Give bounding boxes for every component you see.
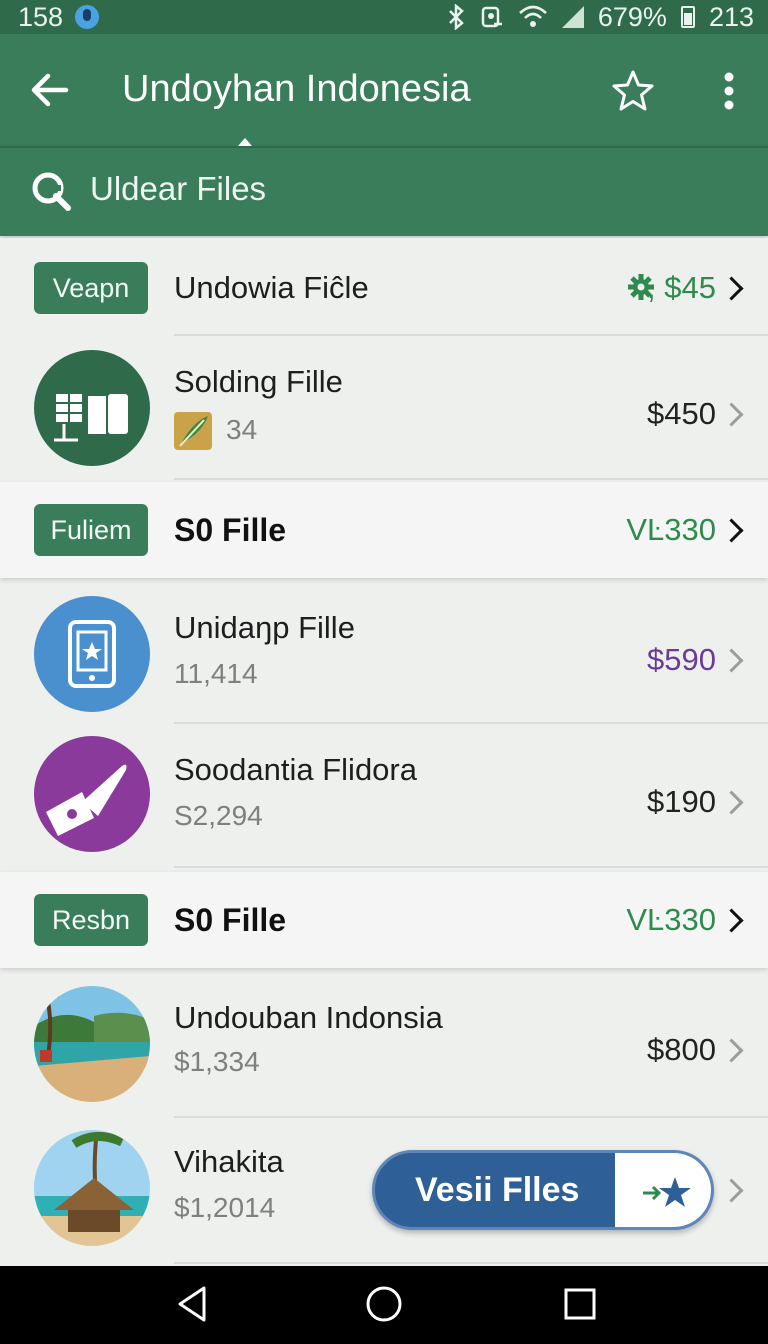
chevron-right-icon — [719, 402, 744, 427]
price-value: $45 — [664, 270, 716, 305]
list-item-subtitle: S2,294 — [174, 800, 263, 831]
list-item-price: $800 — [647, 1032, 716, 1067]
tab-indicator — [238, 138, 252, 146]
back-triangle-icon[interactable] — [172, 1282, 212, 1326]
list-item-title: Soodantia Flidora — [174, 752, 417, 787]
more-vert-icon[interactable] — [714, 68, 744, 114]
list-item-subtitle: 11,414 — [174, 658, 258, 689]
solar-panel-icon — [34, 350, 150, 466]
category-badge[interactable]: Veapn — [34, 262, 148, 314]
list-item-title: S0 Fille — [174, 512, 287, 548]
signal-icon — [561, 6, 584, 28]
wifi-icon — [518, 5, 547, 27]
ticket-slash-icon — [34, 736, 150, 852]
list-item-price: $590 — [647, 642, 716, 677]
list-item-price: $190 — [647, 784, 716, 819]
chevron-right-icon — [719, 648, 744, 673]
search-label: Uldear Files — [90, 170, 267, 207]
list-item-title: Undouban Indonsia — [174, 1000, 443, 1035]
list-item-title: Vihakita — [174, 1144, 284, 1179]
status-time-left: 158 — [18, 1, 64, 32]
list-item-price: VĿ330 — [626, 512, 716, 547]
chevron-right-icon — [719, 276, 744, 301]
hut-photo — [34, 1130, 150, 1246]
home-circle-icon[interactable] — [362, 1282, 406, 1326]
chevron-right-icon — [719, 790, 744, 815]
list-item-price: $450 — [647, 396, 716, 431]
back-arrow-icon[interactable] — [26, 66, 74, 114]
section-header-fuliem[interactable]: Fuliem S0 Fille VĿ330 — [0, 482, 768, 578]
chevron-right-icon — [719, 908, 744, 933]
alarm-icon — [481, 6, 502, 28]
list-item-title: Undowia Fiĉle — [174, 270, 369, 305]
app-bar: Undoyhan Indonesia — [0, 34, 768, 146]
search-bar[interactable]: Uldear Files — [0, 146, 768, 236]
list-item-subtitle: $1,334 — [174, 1046, 260, 1077]
list-item-price: VĿ330 — [626, 902, 716, 937]
list-item[interactable]: Unidaŋp Fille 11,414 $590 — [0, 582, 768, 724]
battery-icon — [680, 6, 695, 28]
star-icon[interactable] — [610, 68, 656, 114]
category-badge[interactable]: Resbn — [34, 894, 148, 946]
mobile-star-icon — [34, 596, 150, 712]
button-label: Vesii Flles — [415, 1171, 580, 1209]
list-item-title: S0 Fille — [174, 902, 287, 938]
list-item[interactable]: Solding Fille 34 $450 — [0, 338, 768, 480]
list-item[interactable]: Undouban Indonsia $1,334 $800 — [0, 972, 768, 1118]
recents-square-icon[interactable] — [560, 1282, 600, 1326]
chevron-right-icon — [719, 1038, 744, 1063]
search-icon — [32, 172, 71, 211]
system-nav-bar — [0, 1266, 768, 1344]
list-item-price: , $45 — [647, 270, 716, 305]
category-badge[interactable]: Fuliem — [34, 504, 148, 556]
section-header-veapn[interactable]: Veapn Undowia Fiĉle , $45 — [0, 238, 768, 336]
status-bar: 158 679% 213 — [0, 0, 768, 34]
app-notification-icon — [75, 5, 100, 29]
vesii-files-button[interactable]: Vesii Flles — [372, 1150, 714, 1230]
list-item-subtitle: 34 — [226, 414, 258, 445]
beach-photo — [34, 986, 150, 1102]
list-item-subtitle: $1,2014 — [174, 1192, 276, 1223]
chevron-right-icon — [719, 518, 744, 543]
battery-percent: 679% — [597, 1, 667, 32]
page-title: Undoyhan Indonesia — [122, 68, 471, 110]
status-time-right: 213 — [708, 1, 754, 32]
chevron-right-icon — [719, 1178, 744, 1203]
list-item[interactable]: Soodantia Flidora S2,294 $190 — [0, 726, 768, 868]
bluetooth-icon — [448, 4, 464, 30]
list-item-title: Unidaŋp Fille — [174, 610, 355, 645]
star-arrow-icon — [615, 1153, 711, 1227]
list-item-title: Solding Fille — [174, 364, 343, 399]
section-header-resbn[interactable]: Resbn S0 Fille VĿ330 — [0, 872, 768, 968]
feather-app-icon — [174, 412, 212, 450]
